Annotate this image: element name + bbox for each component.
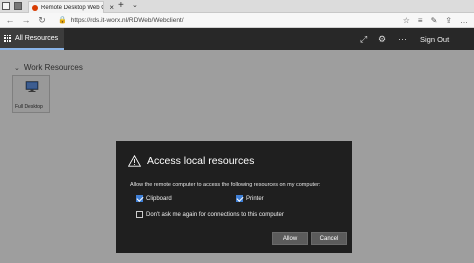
printer-checkbox[interactable] <box>236 195 243 202</box>
gear-icon[interactable]: ⚙ <box>378 28 386 50</box>
address-bar: ← → ↻ 🔒 https://rds.it-worx.nl/RDWeb/Web… <box>0 13 474 28</box>
favicon-icon <box>32 4 38 11</box>
forward-button[interactable]: → <box>20 15 32 25</box>
new-tab-button[interactable]: + <box>118 0 124 11</box>
set-tabs-aside-icon[interactable] <box>2 2 10 10</box>
all-resources-tab[interactable]: All Resources <box>0 28 65 50</box>
hub-icon[interactable]: ≡ <box>418 16 423 25</box>
access-local-resources-dialog: Access local resources Allow the remote … <box>116 141 352 253</box>
tab-title: Remote Desktop Web C <box>41 4 103 11</box>
clipboard-checkbox[interactable] <box>136 195 143 202</box>
refresh-button[interactable]: ↻ <box>36 15 48 26</box>
cancel-button[interactable]: Cancel <box>311 232 347 245</box>
clipboard-label: Clipboard <box>146 195 172 202</box>
apps-grid-icon <box>4 34 11 42</box>
dialog-title-text: Access local resources <box>147 155 255 167</box>
tab-actions <box>2 2 22 10</box>
allow-button[interactable]: Allow <box>272 232 308 245</box>
browser-tab-strip: Remote Desktop Web C × + ⌄ <box>0 0 474 13</box>
warning-icon <box>128 155 141 167</box>
dialog-title: Access local resources <box>128 155 254 167</box>
sign-out-button[interactable]: Sign Out <box>420 28 449 50</box>
printer-option[interactable]: Printer <box>236 195 264 202</box>
all-resources-label: All Resources <box>15 34 59 42</box>
dont-ask-again-checkbox[interactable] <box>136 211 143 218</box>
dialog-message: Allow the remote computer to access the … <box>130 182 321 188</box>
tab-list-chevron-icon[interactable]: ⌄ <box>132 1 138 9</box>
browser-toolbar: ☆ ≡ ✎ ⇪ … <box>403 13 468 28</box>
browser-tab-active[interactable]: Remote Desktop Web C × <box>28 1 114 13</box>
web-note-icon[interactable]: ✎ <box>431 16 438 25</box>
more-options-icon[interactable]: ··· <box>398 28 407 50</box>
lock-icon: 🔒 <box>58 17 67 24</box>
tab-preview-icon[interactable] <box>14 2 22 10</box>
tab-close-icon[interactable]: × <box>109 3 114 12</box>
back-button[interactable]: ← <box>4 15 16 25</box>
expand-icon[interactable]: ⤢ <box>360 28 367 50</box>
more-icon[interactable]: … <box>460 16 468 25</box>
dont-ask-again-option[interactable]: Don't ask me again for connections to th… <box>136 211 284 218</box>
app-header: All Resources ⤢ ⚙ ··· Sign Out <box>0 28 474 50</box>
share-icon[interactable]: ⇪ <box>445 16 452 25</box>
printer-label: Printer <box>246 195 264 202</box>
url-field[interactable]: https://rds.it-worx.nl/RDWeb/Webclient/ <box>71 17 184 24</box>
favorite-star-icon[interactable]: ☆ <box>403 16 410 25</box>
clipboard-option[interactable]: Clipboard <box>136 195 172 202</box>
dont-ask-again-label: Don't ask me again for connections to th… <box>146 211 284 218</box>
